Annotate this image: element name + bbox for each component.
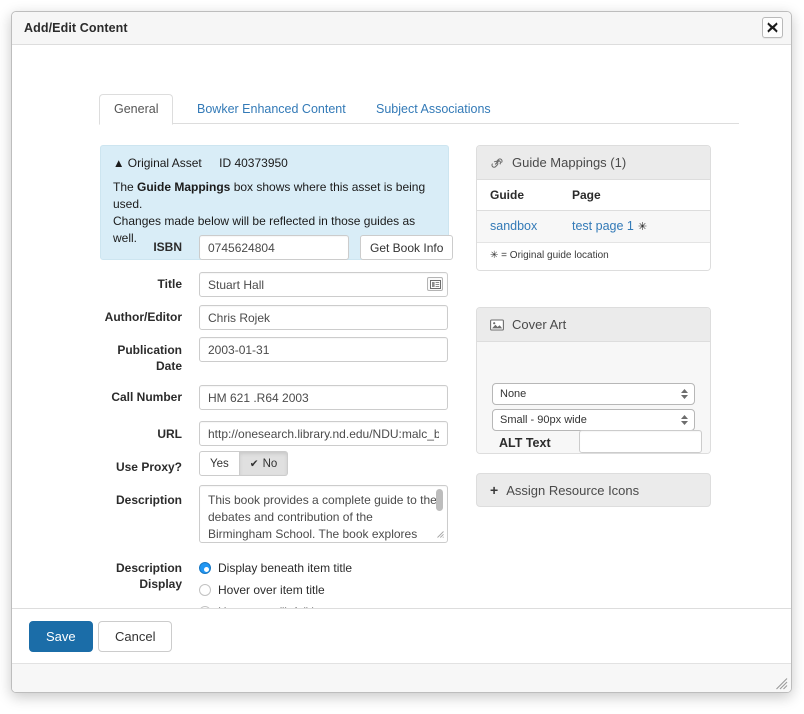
dialog-footer: Save Cancel bbox=[12, 608, 791, 692]
alert-asset-label: Original Asset bbox=[127, 156, 202, 170]
column-header-page: Page bbox=[563, 180, 710, 211]
cover-art-body: None Small - 90px wide ALT Text bbox=[477, 342, 710, 453]
tab-bar: General Bowker Enhanced Content Subject … bbox=[99, 94, 739, 125]
description-display-label-line1: Description bbox=[115, 561, 182, 575]
guide-mappings-title: Guide Mappings (1) bbox=[512, 155, 627, 170]
radio-hover-over-item-title[interactable]: Hover over item title bbox=[199, 582, 325, 598]
link-chain-icon bbox=[490, 157, 504, 169]
cover-art-header: Cover Art bbox=[477, 308, 710, 342]
dialog-titlebar: Add/Edit Content bbox=[12, 12, 791, 45]
publication-date-input[interactable] bbox=[199, 337, 448, 362]
radio-display-beneath-item-title[interactable]: Display beneath item title bbox=[199, 560, 352, 576]
cover-art-source-select[interactable]: None bbox=[492, 383, 695, 405]
radio-dot-icon bbox=[199, 584, 211, 596]
select-arrows-icon bbox=[681, 389, 688, 399]
radio-dot-icon bbox=[199, 562, 211, 574]
use-proxy-toggle-group: Yes ✔ No bbox=[199, 451, 289, 476]
get-book-info-button[interactable]: Get Book Info bbox=[360, 235, 454, 260]
url-label: URL bbox=[157, 427, 182, 441]
radio-label: Display beneath item title bbox=[218, 561, 353, 575]
assign-resource-icons-label: Assign Resource Icons bbox=[506, 482, 640, 498]
cell-guide: sandbox bbox=[477, 210, 563, 243]
description-resize-grip-icon[interactable] bbox=[436, 530, 444, 540]
save-button[interactable]: Save bbox=[29, 621, 93, 652]
warning-triangle-icon: ▲ bbox=[113, 158, 125, 170]
cell-page: test page 1 ✳ bbox=[563, 210, 710, 243]
close-icon[interactable] bbox=[762, 17, 783, 38]
plus-icon: + bbox=[490, 482, 499, 498]
publication-date-label-line2: Date bbox=[155, 359, 182, 373]
dialog-body: General Bowker Enhanced Content Subject … bbox=[12, 45, 791, 608]
author-editor-input[interactable] bbox=[199, 305, 448, 330]
guide-mappings-panel: Guide Mappings (1) Guide Page sandbox te… bbox=[476, 145, 711, 271]
dialog-title: Add/Edit Content bbox=[24, 21, 128, 35]
author-editor-label: Author/Editor bbox=[104, 310, 182, 324]
assign-resource-icons-panel[interactable]: + Assign Resource Icons bbox=[476, 473, 711, 507]
tab-bowker-enhanced-content[interactable]: Bowker Enhanced Content bbox=[182, 94, 361, 125]
cover-art-size-select[interactable]: Small - 90px wide bbox=[492, 409, 695, 431]
publication-date-label-line1: Publication bbox=[117, 343, 182, 357]
alt-text-input[interactable] bbox=[579, 430, 702, 453]
alert-asset-id: ID 40373950 bbox=[219, 156, 288, 170]
resize-grip-icon[interactable] bbox=[774, 676, 788, 690]
cover-art-title: Cover Art bbox=[512, 317, 567, 332]
original-location-star-icon: ✳ bbox=[637, 221, 648, 233]
footer-strip bbox=[12, 664, 791, 692]
radio-label: Hover over item title bbox=[218, 583, 325, 597]
table-row: sandbox test page 1 ✳ bbox=[477, 210, 710, 243]
url-input[interactable] bbox=[199, 421, 448, 446]
description-label: Description bbox=[115, 493, 182, 507]
cover-art-panel: Cover Art None Small - 90px wide ALT Tex… bbox=[476, 307, 711, 454]
guide-link-sandbox[interactable]: sandbox bbox=[490, 219, 537, 233]
cancel-button[interactable]: Cancel bbox=[98, 621, 173, 652]
page-backdrop: Add/Edit Content General Bowker Enhanced… bbox=[0, 0, 804, 714]
guide-mappings-legend: ✳ = Original guide location bbox=[477, 243, 710, 270]
guide-mappings-table: Guide Page sandbox test page 1 ✳ bbox=[477, 180, 710, 243]
use-proxy-label: Use Proxy? bbox=[115, 460, 182, 474]
legend-text: = Original guide location bbox=[498, 250, 609, 261]
use-proxy-no-button[interactable]: ✔ No bbox=[239, 451, 289, 476]
check-icon: ✔ bbox=[249, 457, 259, 470]
description-textarea[interactable]: This book provides a complete guide to t… bbox=[199, 485, 448, 543]
title-label: Title bbox=[157, 277, 182, 291]
guide-mappings-header: Guide Mappings (1) bbox=[477, 146, 710, 180]
select-arrows-icon bbox=[681, 415, 688, 425]
call-number-input[interactable] bbox=[199, 385, 448, 410]
alert-line1-pre: The bbox=[113, 180, 138, 194]
cover-art-source-value: None bbox=[500, 388, 527, 400]
isbn-input[interactable] bbox=[199, 235, 349, 260]
publication-date-label: Publication Date bbox=[52, 342, 182, 374]
image-icon bbox=[490, 318, 504, 331]
table-header-row: Guide Page bbox=[477, 180, 710, 211]
description-display-label-line2: Display bbox=[139, 577, 182, 591]
tab-general[interactable]: General bbox=[99, 94, 174, 125]
use-proxy-no-label: No bbox=[262, 457, 278, 470]
column-header-guide: Guide bbox=[477, 180, 563, 211]
page-link-test-page-1[interactable]: test page 1 bbox=[572, 219, 634, 233]
description-display-label: Description Display bbox=[52, 560, 182, 592]
alert-line1-bold: Guide Mappings bbox=[137, 180, 231, 194]
cover-art-size-value: Small - 90px wide bbox=[500, 414, 587, 426]
alt-text-label: ALT Text bbox=[499, 436, 551, 450]
book-card-icon[interactable] bbox=[427, 277, 443, 291]
alert-heading: ▲ Original Asset ID 40373950 bbox=[113, 156, 436, 170]
use-proxy-yes-button[interactable]: Yes bbox=[199, 451, 240, 476]
add-edit-content-dialog: Add/Edit Content General Bowker Enhanced… bbox=[11, 11, 792, 693]
isbn-label: ISBN bbox=[153, 240, 182, 254]
description-scrollbar[interactable] bbox=[436, 489, 443, 511]
tab-subject-associations[interactable]: Subject Associations bbox=[361, 94, 506, 125]
title-input[interactable] bbox=[199, 272, 448, 297]
call-number-label: Call Number bbox=[111, 390, 182, 404]
